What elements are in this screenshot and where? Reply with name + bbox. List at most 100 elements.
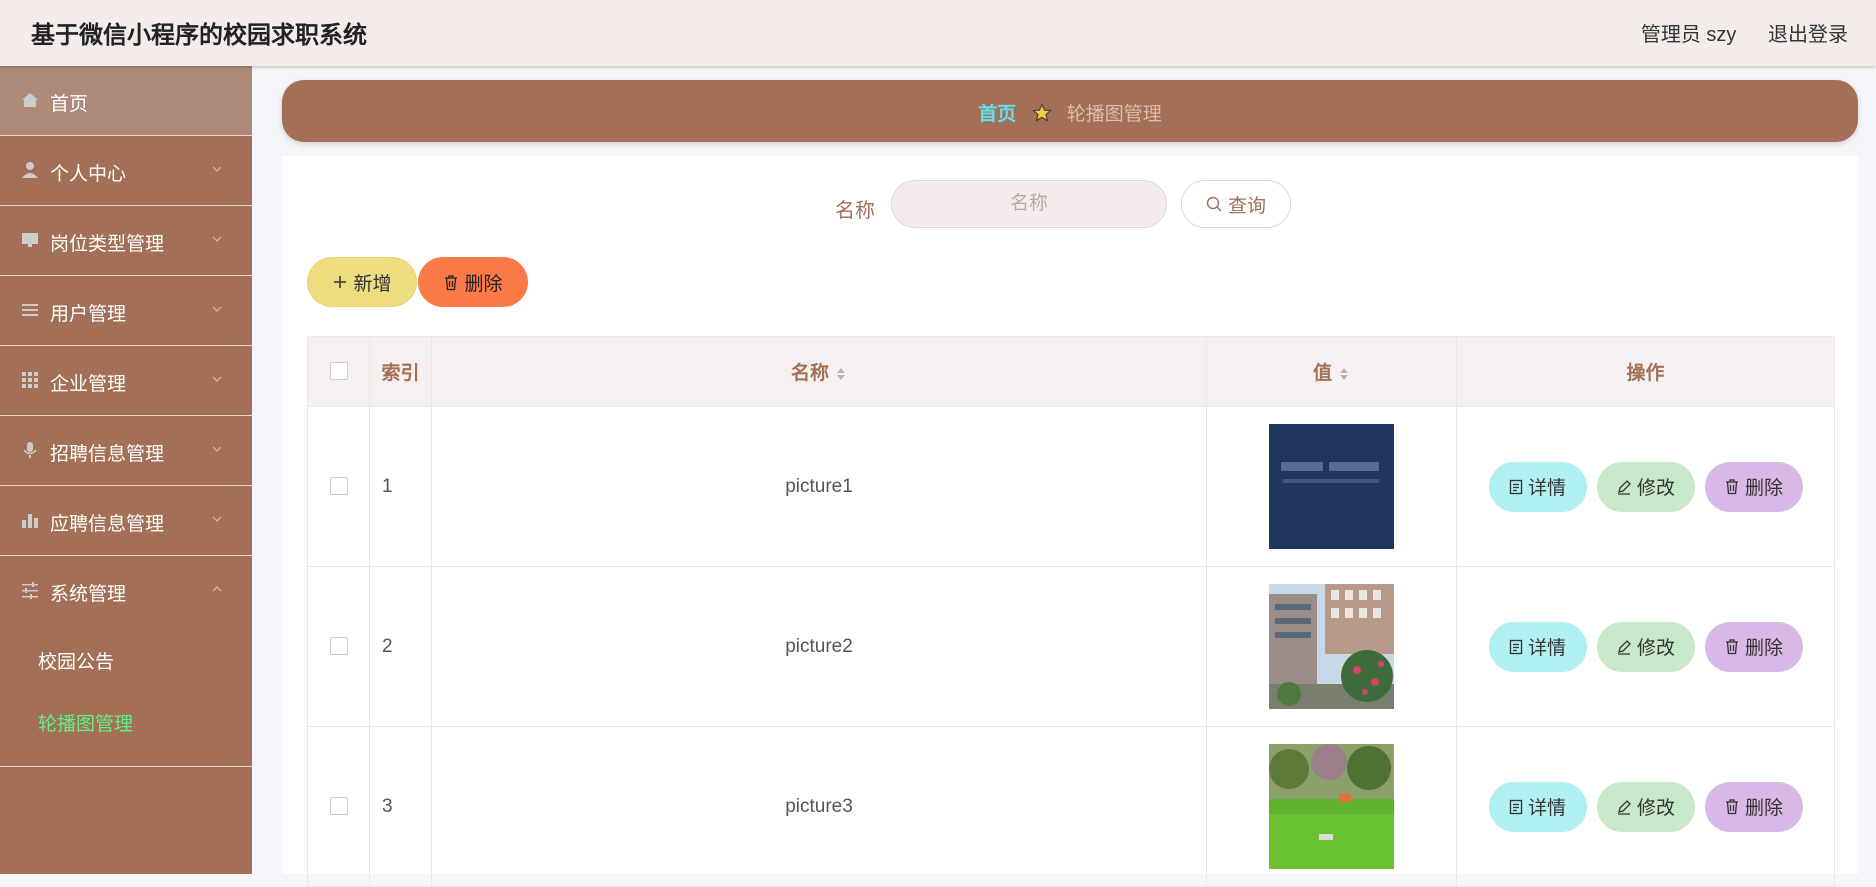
row-value xyxy=(1206,726,1457,887)
main-panel: 名称 查询 新增 删除 索引 名称 值 操作 1 xyxy=(282,156,1858,887)
sidebar-item-home[interactable]: 首页 xyxy=(0,66,252,136)
sort-icon xyxy=(837,367,845,380)
row-checkbox[interactable] xyxy=(329,637,348,656)
row-name: picture1 xyxy=(431,406,1207,567)
search-label: 名称 xyxy=(835,200,875,222)
logout-link[interactable]: 退出登录 xyxy=(1768,24,1848,46)
sidebar-item-enterprise[interactable]: 企业管理 xyxy=(0,346,252,416)
sidebar-item-system[interactable]: 系统管理 xyxy=(0,556,252,626)
row-select-cell xyxy=(307,566,370,727)
carousel-image[interactable] xyxy=(1269,584,1394,709)
row-index: 3 xyxy=(369,726,432,887)
row-value xyxy=(1206,566,1457,727)
column-header-value[interactable]: 值 xyxy=(1206,336,1457,407)
sidebar-item-label: 应聘信息管理 xyxy=(50,514,165,535)
sliders-icon xyxy=(22,582,38,599)
list-icon xyxy=(22,304,38,316)
sidebar-subitem-carousel[interactable]: 轮播图管理 xyxy=(0,694,252,756)
current-user: 管理员 szy xyxy=(1640,24,1737,46)
chevron-down-icon xyxy=(212,236,222,242)
sidebar-item-applications[interactable]: 应聘信息管理 xyxy=(0,486,252,556)
top-header: 基于微信小程序的校园求职系统 管理员 szy 退出登录 xyxy=(0,0,1876,66)
sidebar: 首页 个人中心 岗位类型管理 用户管理 企业管理 招聘信息管理 应聘信息管理 系… xyxy=(0,66,252,874)
carousel-image[interactable] xyxy=(1269,424,1394,549)
edit-button[interactable]: 修改 xyxy=(1596,781,1695,832)
sidebar-item-label: 系统管理 xyxy=(50,584,127,605)
system-submenu: 校园公告 轮播图管理 xyxy=(0,626,252,767)
select-all-checkbox[interactable] xyxy=(329,362,348,381)
sidebar-item-job-type[interactable]: 岗位类型管理 xyxy=(0,206,252,276)
row-select-cell xyxy=(307,406,370,567)
breadcrumb-current: 轮播图管理 xyxy=(1066,104,1162,125)
edit-button-label: 修改 xyxy=(1636,638,1675,659)
grid-icon xyxy=(22,372,38,388)
column-header-value-label: 值 xyxy=(1312,363,1332,384)
pencil-icon xyxy=(1617,639,1631,655)
table-row: 1 picture1 详情 修改 删除 xyxy=(307,406,1835,567)
detail-button[interactable]: 详情 xyxy=(1488,621,1587,672)
pencil-icon xyxy=(1617,799,1631,815)
chevron-down-icon xyxy=(212,516,222,522)
trash-icon xyxy=(1725,479,1738,495)
detail-button-label: 详情 xyxy=(1527,638,1566,659)
sidebar-item-label: 首页 xyxy=(50,94,89,115)
pencil-icon xyxy=(1617,479,1631,495)
table-header-row: 索引 名称 值 操作 xyxy=(307,336,1835,407)
delete-button[interactable]: 删除 xyxy=(1704,621,1803,672)
row-index: 1 xyxy=(369,406,432,567)
edit-button-label: 修改 xyxy=(1636,798,1675,819)
document-icon xyxy=(1509,479,1523,494)
bar-chart-icon xyxy=(22,514,38,528)
edit-button[interactable]: 修改 xyxy=(1596,461,1695,512)
add-button[interactable]: 新增 xyxy=(307,257,417,307)
delete-button[interactable]: 删除 xyxy=(1704,461,1803,512)
user-icon xyxy=(22,162,38,178)
star-icon xyxy=(1031,103,1052,122)
search-input[interactable] xyxy=(891,180,1167,228)
sidebar-item-recruitment[interactable]: 招聘信息管理 xyxy=(0,416,252,486)
add-button-label: 新增 xyxy=(353,273,392,295)
edit-button[interactable]: 修改 xyxy=(1596,621,1695,672)
column-header-name[interactable]: 名称 xyxy=(431,336,1207,407)
chevron-down-icon xyxy=(212,376,222,382)
app-title: 基于微信小程序的校园求职系统 xyxy=(31,22,367,49)
breadcrumb-home[interactable]: 首页 xyxy=(978,104,1016,125)
sidebar-item-personal-center[interactable]: 个人中心 xyxy=(0,136,252,206)
microphone-icon xyxy=(23,442,37,458)
user-area: 管理员 szy 退出登录 xyxy=(1615,18,1848,47)
edit-button-label: 修改 xyxy=(1636,478,1675,499)
row-index: 2 xyxy=(369,566,432,727)
trash-icon xyxy=(1725,799,1738,815)
delete-button-label: 删除 xyxy=(1744,798,1783,819)
detail-button[interactable]: 详情 xyxy=(1488,781,1587,832)
batch-delete-button-label: 删除 xyxy=(464,273,503,295)
row-actions: 详情 修改 删除 xyxy=(1456,566,1835,727)
carousel-image[interactable] xyxy=(1269,744,1394,869)
row-checkbox[interactable] xyxy=(329,797,348,816)
column-header-actions: 操作 xyxy=(1456,336,1835,407)
detail-button-label: 详情 xyxy=(1527,798,1566,819)
row-actions: 详情 修改 删除 xyxy=(1456,406,1835,567)
row-name: picture2 xyxy=(431,566,1207,727)
chevron-down-icon xyxy=(212,446,222,452)
detail-button[interactable]: 详情 xyxy=(1488,461,1587,512)
sidebar-subitem-campus-notice[interactable]: 校园公告 xyxy=(0,632,252,694)
row-actions: 详情 修改 删除 xyxy=(1456,726,1835,887)
row-value xyxy=(1206,406,1457,567)
delete-button-label: 删除 xyxy=(1744,478,1783,499)
chevron-down-icon xyxy=(212,166,222,172)
row-checkbox[interactable] xyxy=(329,477,348,496)
batch-delete-button[interactable]: 删除 xyxy=(418,257,528,307)
detail-button-label: 详情 xyxy=(1527,478,1566,499)
sidebar-item-label: 招聘信息管理 xyxy=(50,444,165,465)
row-name: picture3 xyxy=(431,726,1207,887)
breadcrumb: 首页 轮播图管理 xyxy=(282,80,1858,142)
column-header-name-label: 名称 xyxy=(790,363,829,384)
sidebar-item-users[interactable]: 用户管理 xyxy=(0,276,252,346)
select-all-cell xyxy=(307,336,370,407)
delete-button-label: 删除 xyxy=(1744,638,1783,659)
delete-button[interactable]: 删除 xyxy=(1704,781,1803,832)
table-row: 3 picture3 详情 修改 删除 xyxy=(307,726,1835,887)
monitor-icon xyxy=(22,233,38,247)
query-button[interactable]: 查询 xyxy=(1181,180,1291,228)
